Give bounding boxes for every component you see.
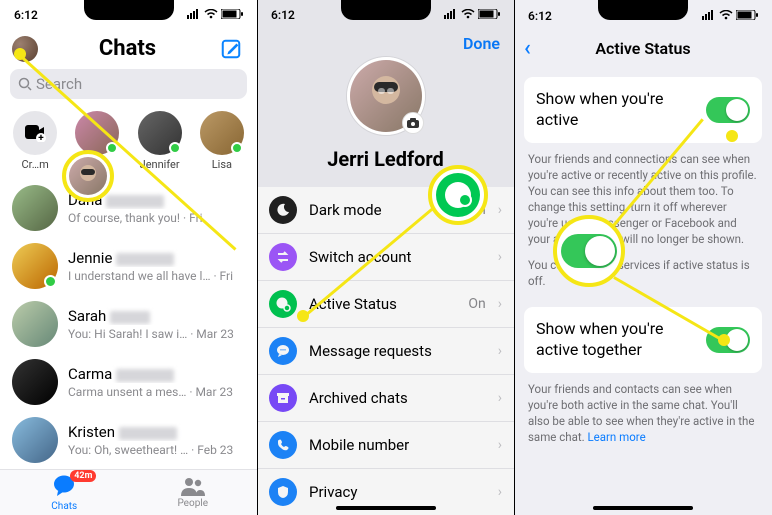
profile-name: Jerri Ledford [327,147,444,171]
tab-bar: 42m Chats People [0,469,257,515]
status-time: 6:12 [528,9,552,23]
message-requests-icon: ••• [269,337,297,365]
chat-preview: Carma unsent a mes… · Mar 23 [68,385,245,399]
signal-icon [444,8,458,22]
video-plus-icon: + [24,124,46,142]
tab-label: People [177,498,208,509]
toggle-label: Show when you're active together [536,319,706,361]
phone-chats: 6:12 Chats Search + Cr…m …a Jennifer [0,0,257,515]
status-time: 6:12 [14,8,38,22]
annotation-dot [297,310,309,322]
chat-preview: You: Hi Sarah! I saw i… · Mar 23 [68,327,245,341]
settings-row-switch-account[interactable]: Switch account › [257,233,514,280]
create-story[interactable]: + Cr…m [4,111,66,171]
settings-value: On [468,296,485,312]
annotation-dot [726,130,738,142]
page-title: Active Status [514,39,772,58]
chat-name: Carma [68,365,112,383]
privacy-icon [269,478,297,506]
chat-row[interactable]: Kristen You: Oh, sweetheart! … · Feb 23 [0,411,257,469]
active-status-icon [269,290,297,318]
phone-settings: 6:12 Done Jerri Ledford Dark modeSystem›… [257,0,514,515]
compose-button[interactable] [217,35,245,63]
chevron-right-icon: › [498,437,502,453]
settings-label: Mobile number [309,436,486,454]
dark-mode-icon [269,196,297,224]
chevron-right-icon: › [498,484,502,500]
svg-text:+: + [38,133,44,142]
tab-label: Chats [51,501,77,512]
svg-text:•••: ••• [280,347,286,354]
chat-list: Dana Of course, thank you! · Fri Jennie … [0,179,257,469]
chat-name: Kristen [68,423,115,441]
description-text: Your friends and contacts can see when y… [528,381,758,445]
wifi-icon [204,8,218,22]
settings-label: Switch account [309,248,486,266]
chevron-right-icon: › [498,249,502,265]
status-bar: 6:12 [0,0,257,31]
status-bar: 6:12 [514,0,772,32]
learn-more-link[interactable]: Learn more [587,430,645,444]
home-indicator [593,506,693,510]
chat-preview: I understand we all have l… · Fri [68,269,245,283]
battery-icon [736,9,758,23]
profile-photo[interactable] [347,57,425,135]
settings-label: Message requests [309,342,486,360]
annotation-highlight [62,150,114,202]
chevron-right-icon: › [498,296,502,312]
story-label: Cr…m [22,158,49,171]
settings-row-message-requests[interactable]: ••• Message requests › [257,327,514,374]
tab-chats[interactable]: 42m Chats [0,470,129,515]
status-time: 6:12 [271,8,295,22]
search-icon [18,77,32,91]
settings-row-mobile-number[interactable]: Mobile number › [257,421,514,468]
settings-label: Dark mode [309,201,427,219]
battery-icon [221,8,243,22]
settings-list: Dark modeSystem› Switch account› Active … [257,187,514,515]
story-item[interactable]: Lisa [191,111,253,171]
story-label: Lisa [212,158,232,171]
people-icon [180,476,206,496]
camera-icon[interactable] [402,112,424,134]
unread-badge: 42m [70,470,96,482]
chat-preview: You: Oh, sweetheart! … · Feb 23 [68,443,245,457]
annotation-dot [718,334,730,346]
switch-account-icon [269,243,297,271]
settings-row-active-status[interactable]: Active Status On › [257,280,514,327]
chat-preview: Of course, thank you! · Fri [68,211,245,225]
annotation-highlight [553,215,625,287]
stories-row: + Cr…m …a Jennifer Lisa [0,107,257,179]
signal-icon [187,8,201,22]
wifi-icon [719,9,733,23]
chevron-right-icon: › [498,343,502,359]
settings-label: Archived chats [309,389,486,407]
chevron-right-icon: › [498,202,502,218]
settings-row-archived[interactable]: Archived chats › [257,374,514,421]
tab-people[interactable]: People [129,470,258,515]
status-bar: 6:12 [257,0,514,30]
wifi-icon [461,8,475,22]
home-indicator [336,506,436,510]
page-title: Chats [99,36,156,61]
search-input[interactable]: Search [10,69,247,100]
settings-label: Active Status [309,295,456,313]
toggle-label: Show when you're active [536,89,706,131]
archived-chats-icon [269,384,297,412]
signal-icon [702,9,716,23]
annotation-highlight [428,165,488,225]
chat-row[interactable]: Carma Carma unsent a mes… · Mar 23 [0,353,257,411]
chat-row[interactable]: Dana Of course, thank you! · Fri [0,179,257,237]
annotation-dot [14,48,26,60]
chat-name: Sarah [68,307,106,325]
done-button[interactable]: Done [463,34,500,53]
chat-row[interactable]: Jennie I understand we all have l… · Fri [0,237,257,295]
settings-label: Privacy [309,483,486,501]
chat-name: Jennie [68,249,112,267]
battery-icon [478,8,500,22]
active-toggle[interactable] [706,97,750,123]
mobile-number-icon [269,431,297,459]
chat-row[interactable]: Sarah You: Hi Sarah! I saw i… · Mar 23 [0,295,257,353]
chevron-right-icon: › [498,390,502,406]
